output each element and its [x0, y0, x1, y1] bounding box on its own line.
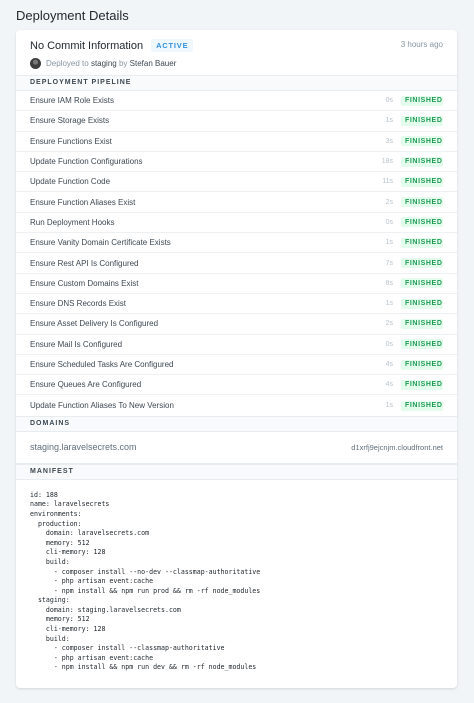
step-name: Ensure Mail Is Configured: [30, 339, 123, 349]
step-status-badge: FINISHED: [401, 237, 443, 248]
pipeline-step: Update Function Configurations 18s FINISHE…: [16, 152, 457, 173]
step-status-badge: FINISHED: [401, 95, 443, 106]
step-duration: 7s: [385, 259, 393, 267]
page-title: Deployment Details: [16, 8, 129, 23]
pipeline-step: Update Function Aliases To New Version 1s…: [16, 395, 457, 415]
step-duration: 2s: [385, 320, 393, 328]
step-status-badge: FINISHED: [401, 217, 443, 228]
step-status-badge: FINISHED: [401, 400, 443, 411]
deployed-info: Deployed to staging by Stefan Bauer: [30, 58, 443, 69]
step-name: Ensure Functions Exist: [30, 136, 112, 146]
pipeline-step: Ensure Functions Exist 3s FINISHED: [16, 132, 457, 152]
step-name: Ensure Rest API Is Configured: [30, 258, 139, 268]
environment-name: staging: [90, 59, 117, 68]
step-name: Ensure Queues Are Configured: [30, 380, 142, 390]
domain-name-link[interactable]: staging.laravelsecrets.com: [30, 442, 137, 452]
author-name: Stefan Bauer: [129, 59, 177, 68]
step-duration: 2s: [385, 198, 393, 206]
avatar: [30, 58, 41, 69]
step-duration: 1s: [385, 300, 393, 308]
step-name: Ensure IAM Role Exists: [30, 96, 115, 106]
step-duration: 11s: [382, 178, 393, 186]
step-status-badge: FINISHED: [401, 156, 443, 167]
step-duration: 1s: [385, 239, 393, 247]
step-status-badge: FINISHED: [401, 298, 443, 309]
deployment-card: No Commit Information ACTIVE 3 hours ago…: [16, 30, 457, 688]
step-duration: 8s: [385, 279, 393, 287]
step-name: Update Function Configurations: [30, 157, 143, 167]
step-name: Ensure Storage Exists: [30, 116, 110, 126]
deployment-header: No Commit Information ACTIVE 3 hours ago…: [16, 30, 457, 75]
step-name: Ensure Scheduled Tasks Are Configured: [30, 360, 174, 369]
step-status-badge: FINISHED: [401, 278, 443, 289]
step-duration: 0s: [385, 218, 393, 226]
step-status-badge: FINISHED: [401, 176, 443, 187]
step-name: Ensure Custom Domains Exist: [30, 278, 139, 288]
status-badge: ACTIVE: [151, 39, 194, 52]
step-duration: 1s: [385, 117, 393, 125]
pipeline-step: Ensure Vanity Domain Certificate Exists 1…: [16, 233, 457, 254]
pipeline-step: Ensure Storage Exists 1s FINISHED: [16, 111, 457, 132]
pipeline-step: Ensure IAM Role Exists 0s FINISHED: [16, 91, 457, 112]
step-duration: 0s: [385, 97, 393, 105]
step-name: Ensure Asset Delivery Is Configured: [30, 319, 159, 329]
step-duration: 4s: [385, 381, 393, 389]
step-status-badge: FINISHED: [401, 318, 443, 329]
pipeline-step: Ensure Custom Domains Exist 8s FINISHED: [16, 274, 457, 294]
commit-row: No Commit Information ACTIVE: [30, 39, 443, 52]
step-name: Ensure Function Aliases Exist: [30, 197, 136, 207]
step-name: Update Function Code: [30, 177, 111, 187]
domain-cloudfront-target: d1xrfj9ejcnjm.cloudfront.net: [351, 442, 443, 452]
commit-title: No Commit Information: [30, 39, 144, 52]
step-duration: 1s: [385, 402, 393, 410]
pipeline-step: Ensure Asset Delivery Is Configured 2s FIN…: [16, 314, 457, 335]
pipeline-step: Ensure Scheduled Tasks Are Configured 4s F…: [16, 355, 457, 376]
step-duration: 3s: [385, 137, 393, 145]
domains-heading: DOMAINS: [16, 415, 457, 432]
step-status-badge: FINISHED: [401, 359, 443, 370]
step-name: Run Deployment Hooks: [30, 217, 115, 227]
deployed-prefix: Deployed to: [46, 59, 89, 68]
step-status-badge: FINISHED: [401, 258, 443, 269]
pipeline-step: Ensure Function Aliases Exist 2s FINISHED: [16, 192, 457, 213]
deployment-time: 3 hours ago: [400, 40, 443, 49]
step-name: Ensure DNS Records Exist: [30, 299, 127, 309]
step-status-badge: FINISHED: [401, 115, 443, 126]
pipeline-step: Ensure Queues Are Configured 4s FINISHED: [16, 375, 457, 396]
pipeline-step: Ensure Mail Is Configured 0s FINISHED: [16, 335, 457, 355]
domain-row: staging.laravelsecrets.com d1xrfj9ejcnjm…: [16, 432, 457, 464]
step-name: Update Function Aliases To New Version: [30, 401, 174, 411]
pipeline-step: Ensure Rest API Is Configured 7s FINISHED: [16, 253, 457, 274]
manifest-heading: MANIFEST: [16, 463, 457, 480]
pipeline-step: Run Deployment Hooks 0s FINISHED: [16, 213, 457, 234]
step-duration: 18s: [381, 158, 393, 166]
step-duration: 4s: [385, 361, 393, 368]
pipeline-list: Ensure IAM Role Exists 0s FINISHED Ensure …: [16, 91, 457, 416]
step-status-badge: FINISHED: [401, 136, 443, 147]
step-status-badge: FINISHED: [401, 339, 443, 350]
manifest-code: id: 188 name: laravelsecrets environment…: [30, 490, 261, 672]
pipeline-heading: DEPLOYMENT PIPELINE: [16, 75, 457, 91]
step-name: Ensure Vanity Domain Certificate Exists: [30, 238, 171, 248]
pipeline-step: Ensure DNS Records Exist 1s FINISHED: [16, 294, 457, 315]
step-status-badge: FINISHED: [401, 379, 443, 390]
step-status-badge: FINISHED: [401, 197, 443, 208]
by-word: by: [118, 59, 128, 68]
pipeline-step: Update Function Code 11s FINISHED: [16, 172, 457, 193]
step-duration: 0s: [385, 340, 393, 348]
